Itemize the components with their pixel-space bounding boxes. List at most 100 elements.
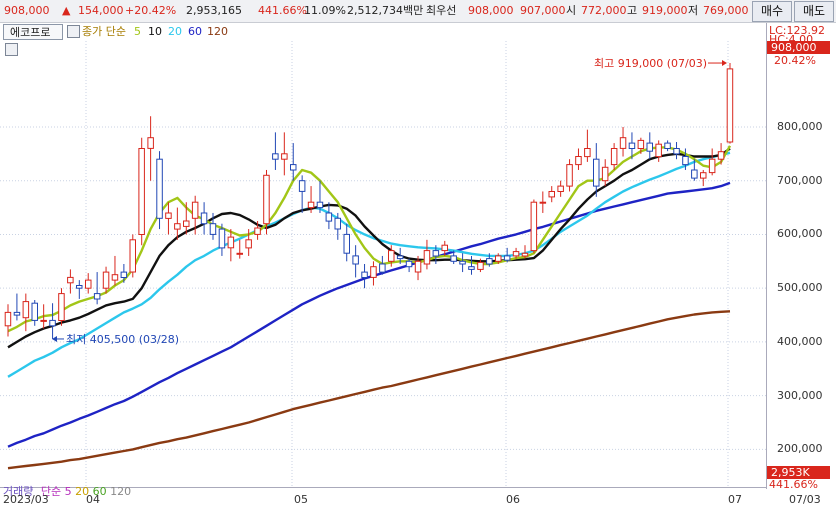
up-arrow-icon: ▲	[62, 4, 71, 17]
candle	[4, 304, 12, 337]
candle-body	[138, 148, 145, 235]
candle-body	[530, 201, 538, 252]
candle	[423, 239, 431, 270]
candle	[165, 202, 172, 235]
candle	[147, 116, 154, 181]
ma-120-label: 120	[207, 25, 228, 38]
candle-body	[414, 260, 422, 273]
candle-body	[423, 250, 431, 265]
trade-amount: 2,512,734백만	[347, 4, 424, 17]
candle-body	[120, 271, 128, 279]
candle-body	[263, 174, 270, 225]
candle	[548, 186, 555, 203]
candle	[530, 199, 538, 254]
ask-price: 908,000	[468, 4, 514, 17]
open-label: 시	[566, 4, 577, 17]
candle	[156, 151, 163, 230]
candle-body	[628, 142, 636, 149]
high-annotation: 최고 919,000 (07/03)	[594, 57, 707, 70]
candle	[619, 126, 627, 157]
candle-body	[503, 255, 511, 261]
candle	[31, 300, 38, 326]
candle	[566, 159, 573, 192]
candle-body	[4, 311, 12, 327]
candle-body	[290, 164, 297, 171]
sell-button[interactable]: 매도	[794, 1, 834, 22]
candle-body	[254, 227, 261, 235]
candle-body	[708, 158, 716, 174]
candle	[58, 288, 65, 326]
candle	[236, 239, 243, 259]
ma-10-label: 10	[148, 25, 162, 38]
date-tick-label: 07/03	[789, 493, 821, 506]
candle-body	[165, 212, 172, 219]
price-tick-label: 600,000	[777, 227, 823, 241]
candle	[76, 280, 83, 299]
candle	[298, 175, 306, 213]
candle-body	[40, 319, 47, 322]
candle-body	[67, 276, 74, 284]
candle-body	[646, 142, 653, 152]
candle-body	[361, 271, 368, 279]
candle	[272, 132, 279, 170]
date-tick-label: 05	[294, 493, 308, 506]
price-tag: 908,000	[767, 41, 830, 54]
candle-body	[281, 153, 288, 160]
price-chart[interactable]: 최고 919,000 (07/03) 최저 405,500 (03/28)	[0, 41, 766, 487]
candle	[584, 129, 591, 162]
candle-body	[566, 164, 573, 187]
candle-body	[129, 239, 136, 273]
candle	[610, 143, 618, 170]
candle	[673, 142, 680, 160]
candle-body	[236, 252, 243, 255]
candle	[726, 63, 734, 144]
price-tick-label: 500,000	[777, 281, 823, 295]
candle	[370, 261, 377, 286]
candle-body	[468, 266, 475, 270]
candle-body	[637, 139, 645, 150]
stock-search-button[interactable]	[67, 25, 80, 38]
candle-body	[405, 260, 413, 268]
candle	[717, 143, 725, 165]
volume-tag: 2,953K	[767, 466, 830, 479]
candle-body	[691, 169, 698, 179]
candle-body	[183, 220, 190, 227]
quote-bar: 908,000 ▲ 154,000 +20.42% 2,953,165 441.…	[0, 0, 836, 23]
price-axis	[766, 23, 836, 489]
candle-body	[512, 251, 520, 257]
ma-5-label: 5	[134, 25, 141, 38]
candle-body	[334, 217, 341, 230]
current-price: 908,000	[4, 4, 50, 17]
candle-body	[325, 212, 333, 222]
candle-body	[575, 156, 582, 166]
candle-body	[717, 151, 725, 160]
candle-body	[584, 148, 591, 158]
ma-60-label: 60	[188, 25, 202, 38]
price-tick-label: 700,000	[777, 173, 823, 187]
candle-body	[307, 201, 315, 209]
candle-body	[673, 148, 680, 155]
candle	[379, 255, 386, 275]
candle-body	[31, 302, 38, 321]
candle-body	[218, 228, 226, 249]
candle-body	[93, 293, 101, 300]
candle	[67, 269, 74, 294]
stock-name-field[interactable]: 에코프로	[3, 24, 63, 40]
vol-ma-120: 120	[110, 485, 132, 498]
candle-body	[593, 158, 600, 187]
candle	[352, 245, 359, 278]
ma-type-label: 종가 단순	[82, 25, 126, 38]
date-tick-label: 07	[728, 493, 742, 506]
candle-body	[521, 252, 529, 257]
date-tick-label: 06	[506, 493, 520, 506]
price-tick-label: 200,000	[777, 442, 823, 456]
candle-body	[22, 301, 30, 319]
candle-body	[459, 260, 466, 265]
candle-body	[13, 311, 21, 316]
candle-body	[200, 212, 208, 225]
candle-body	[655, 143, 662, 158]
candle-body	[85, 279, 92, 289]
candle	[700, 169, 707, 187]
buy-button[interactable]: 매수	[752, 1, 792, 22]
volume-pct-tag: 441.66%	[769, 479, 818, 488]
